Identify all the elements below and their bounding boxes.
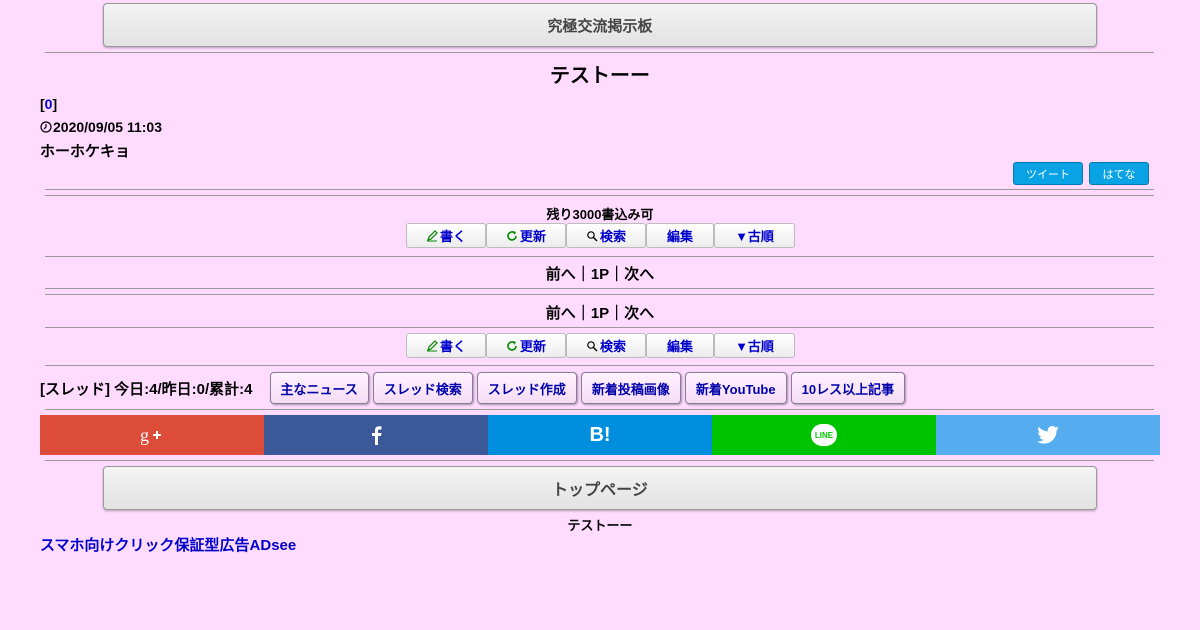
thread-search-button[interactable]: スレッド検索 <box>372 372 473 404</box>
thread-stats: [スレッド] 今日:4/昨日:0/累計:4 <box>40 380 253 398</box>
thread-toolbar-top: 書く 更新 検索 編集 ▼古順 <box>406 223 795 248</box>
order-button[interactable]: ▼古順 <box>714 223 795 248</box>
refresh-button[interactable]: 更新 <box>486 223 566 248</box>
refresh-icon <box>507 340 517 351</box>
divider <box>45 288 1154 289</box>
pager-next[interactable]: 次へ <box>624 266 654 283</box>
gplus-share-button[interactable]: g <box>40 415 264 455</box>
search-button[interactable]: 検索 <box>566 223 646 248</box>
new-images-button[interactable]: 新着投稿画像 <box>580 372 681 404</box>
popular-articles-button[interactable]: 10レス以上記事 <box>790 372 906 404</box>
top-page-label: トップページ <box>552 482 648 499</box>
search-button[interactable]: 検索 <box>566 333 646 358</box>
edit-button[interactable]: 編集 <box>646 223 714 248</box>
thread-title: テストーー <box>550 65 650 87</box>
pager-page: 1P <box>590 266 610 283</box>
board-title: 究極交流掲示板 <box>547 17 653 35</box>
pager-page: 1P <box>590 305 610 322</box>
write-button[interactable]: 書く <box>406 223 486 248</box>
hatena-bookmark-icon: B! <box>589 423 611 446</box>
thread-create-button[interactable]: スレッド作成 <box>476 372 577 404</box>
order-button[interactable]: ▼古順 <box>714 333 795 358</box>
pager-top: 前へ｜1P｜次へ <box>545 266 655 283</box>
top-page-banner[interactable]: トップページ <box>103 466 1097 510</box>
line-share-button[interactable]: LINE <box>712 415 936 455</box>
divider <box>45 52 1154 53</box>
post-number: [0] <box>40 96 58 112</box>
line-icon: LINE <box>811 424 837 446</box>
divider <box>45 460 1154 461</box>
pencil-icon <box>426 229 438 241</box>
thread-toolbar-bottom: 書く 更新 検索 編集 ▼古順 <box>406 333 795 358</box>
search-icon <box>587 230 598 241</box>
footer-thread-title: テストーー <box>567 518 633 533</box>
thread-stats-row: [スレッド] 今日:4/昨日:0/累計:4 主なニュース スレッド検索 スレッド… <box>40 372 909 404</box>
hatena-share-button[interactable]: B! <box>488 415 712 455</box>
divider <box>45 256 1154 257</box>
post-body: ホーホケキョ <box>40 143 131 160</box>
hatena-button[interactable]: はてな <box>1089 162 1149 185</box>
divider <box>45 195 1154 196</box>
divider <box>45 294 1154 295</box>
google-plus-icon: g <box>140 425 161 445</box>
pencil-icon <box>426 339 438 351</box>
twitter-share-button[interactable] <box>936 415 1160 455</box>
new-youtube-button[interactable]: 新着YouTube <box>684 372 787 404</box>
write-button[interactable]: 書く <box>406 333 486 358</box>
refresh-icon <box>507 230 517 241</box>
refresh-button[interactable]: 更新 <box>486 333 566 358</box>
edit-button[interactable]: 編集 <box>646 333 714 358</box>
divider <box>45 189 1154 190</box>
post-date-text: 2020/09/05 11:03 <box>53 119 162 135</box>
tweet-button[interactable]: ツイート <box>1013 162 1083 185</box>
ad-link[interactable]: スマホ向けクリック保証型広告ADsee <box>40 534 296 555</box>
social-share-bar: g B! LINE <box>40 415 1160 455</box>
main-news-button[interactable]: 主なニュース <box>269 372 369 404</box>
divider <box>45 409 1154 410</box>
post-date: 2020/09/05 11:03 <box>40 119 162 135</box>
board-title-banner[interactable]: 究極交流掲示板 <box>103 3 1097 47</box>
twitter-icon <box>1037 426 1059 444</box>
remaining-posts: 残り3000書込み可 <box>546 207 654 222</box>
facebook-share-button[interactable] <box>264 415 488 455</box>
pager-prev[interactable]: 前へ <box>546 266 576 283</box>
divider <box>45 365 1154 366</box>
svg-text:g: g <box>140 425 149 445</box>
facebook-icon <box>372 426 382 445</box>
clock-icon <box>40 121 52 133</box>
pager-next[interactable]: 次へ <box>624 305 654 322</box>
pager-bottom: 前へ｜1P｜次へ <box>545 305 655 322</box>
search-icon <box>587 340 598 351</box>
divider <box>45 327 1154 328</box>
pager-prev[interactable]: 前へ <box>546 305 576 322</box>
